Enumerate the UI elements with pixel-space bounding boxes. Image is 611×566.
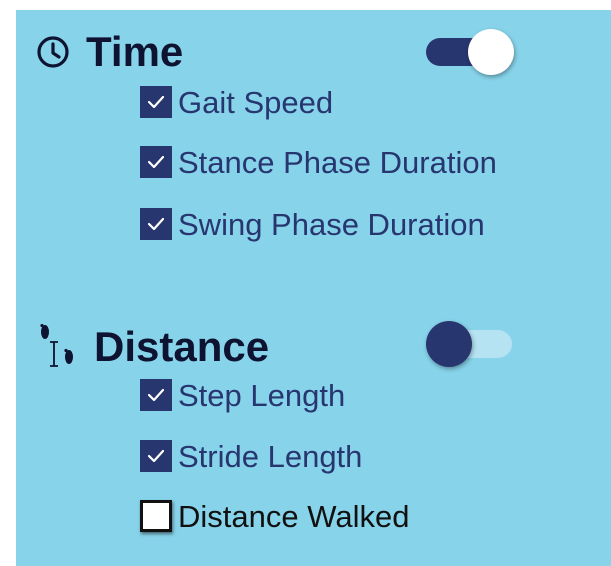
checkmark-icon bbox=[147, 155, 165, 169]
checkbox-step-length[interactable] bbox=[140, 379, 172, 411]
checkbox-label-step-length: Step Length bbox=[178, 377, 346, 413]
distance-toggle-knob bbox=[426, 321, 472, 367]
checkbox-label-swing-phase-duration: Swing Phase Duration bbox=[178, 206, 485, 242]
clock-icon bbox=[36, 35, 70, 69]
checkbox-row-stride-length[interactable]: Stride Length bbox=[140, 440, 362, 472]
time-toggle-knob bbox=[468, 29, 514, 75]
footsteps-distance-icon bbox=[36, 323, 78, 370]
distance-section-title: Distance bbox=[94, 323, 270, 370]
checkbox-label-gait-speed: Gait Speed bbox=[178, 84, 334, 120]
checkmark-icon bbox=[147, 217, 165, 231]
checkbox-gait-speed[interactable] bbox=[140, 86, 172, 118]
checkbox-label-stride-length: Stride Length bbox=[178, 438, 363, 474]
time-toggle[interactable] bbox=[426, 26, 518, 78]
checkbox-distance-walked[interactable] bbox=[140, 500, 172, 532]
checkbox-label-distance-walked: Distance Walked bbox=[178, 498, 410, 534]
checkbox-row-swing-phase-duration[interactable]: Swing Phase Duration bbox=[140, 208, 485, 240]
checkbox-row-stance-phase-duration[interactable]: Stance Phase Duration bbox=[140, 146, 497, 178]
checkbox-stance-phase-duration[interactable] bbox=[140, 146, 172, 178]
checkbox-stride-length[interactable] bbox=[140, 440, 172, 472]
checkmark-icon bbox=[147, 95, 165, 109]
time-section-title: Time bbox=[86, 28, 184, 75]
checkmark-icon bbox=[147, 388, 165, 402]
checkbox-row-gait-speed[interactable]: Gait Speed bbox=[140, 86, 333, 118]
distance-section-header: Distance bbox=[36, 323, 270, 370]
checkmark-icon bbox=[147, 449, 165, 463]
gait-parameters-panel: Time Gait Speed Stance Phase Duration Sw… bbox=[16, 10, 611, 566]
time-section-header: Time bbox=[36, 31, 183, 73]
checkbox-row-distance-walked[interactable]: Distance Walked bbox=[140, 500, 409, 532]
checkbox-row-step-length[interactable]: Step Length bbox=[140, 379, 345, 411]
distance-toggle[interactable] bbox=[424, 318, 516, 370]
checkbox-swing-phase-duration[interactable] bbox=[140, 208, 172, 240]
checkbox-label-stance-phase-duration: Stance Phase Duration bbox=[178, 144, 497, 180]
